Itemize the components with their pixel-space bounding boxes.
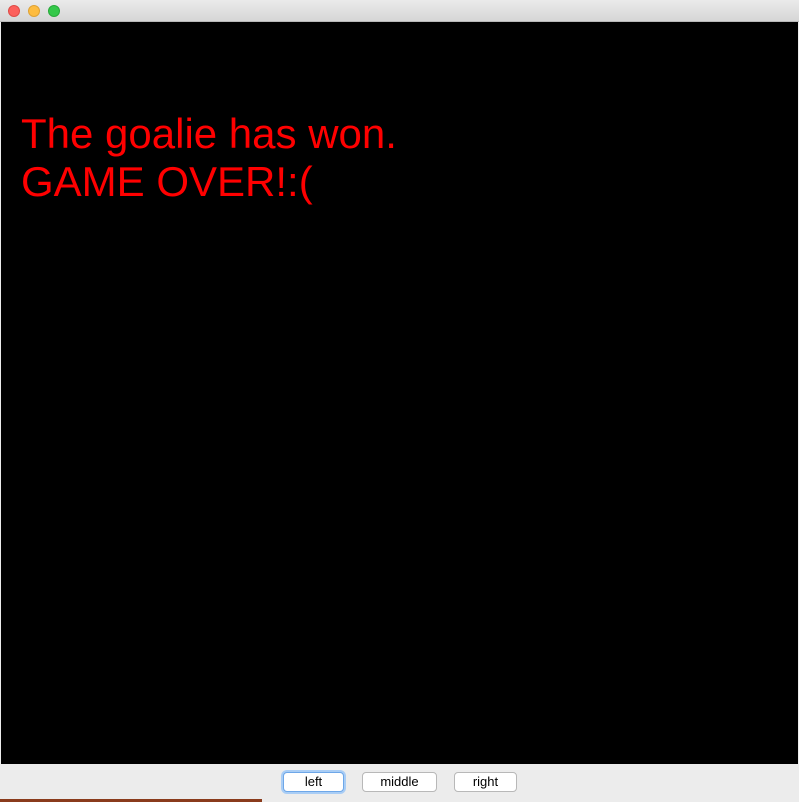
message-line-game-over: GAME OVER!:( — [21, 158, 313, 205]
shot-control-bar: left middle right — [0, 764, 799, 802]
game-canvas: The goalie has won. GAME OVER!:( — [1, 22, 798, 764]
shoot-right-button[interactable]: right — [454, 772, 517, 792]
shoot-middle-button[interactable]: middle — [362, 772, 437, 792]
app-window: The goalie has won. GAME OVER!:( left mi… — [0, 0, 799, 802]
title-bar[interactable] — [0, 0, 799, 22]
close-window-button[interactable] — [8, 5, 20, 17]
zoom-window-button[interactable] — [48, 5, 60, 17]
message-line-goalie-won: The goalie has won. — [21, 110, 397, 157]
shoot-left-button[interactable]: left — [283, 772, 344, 792]
game-over-message: The goalie has won. GAME OVER!:( — [21, 110, 397, 206]
minimize-window-button[interactable] — [28, 5, 40, 17]
